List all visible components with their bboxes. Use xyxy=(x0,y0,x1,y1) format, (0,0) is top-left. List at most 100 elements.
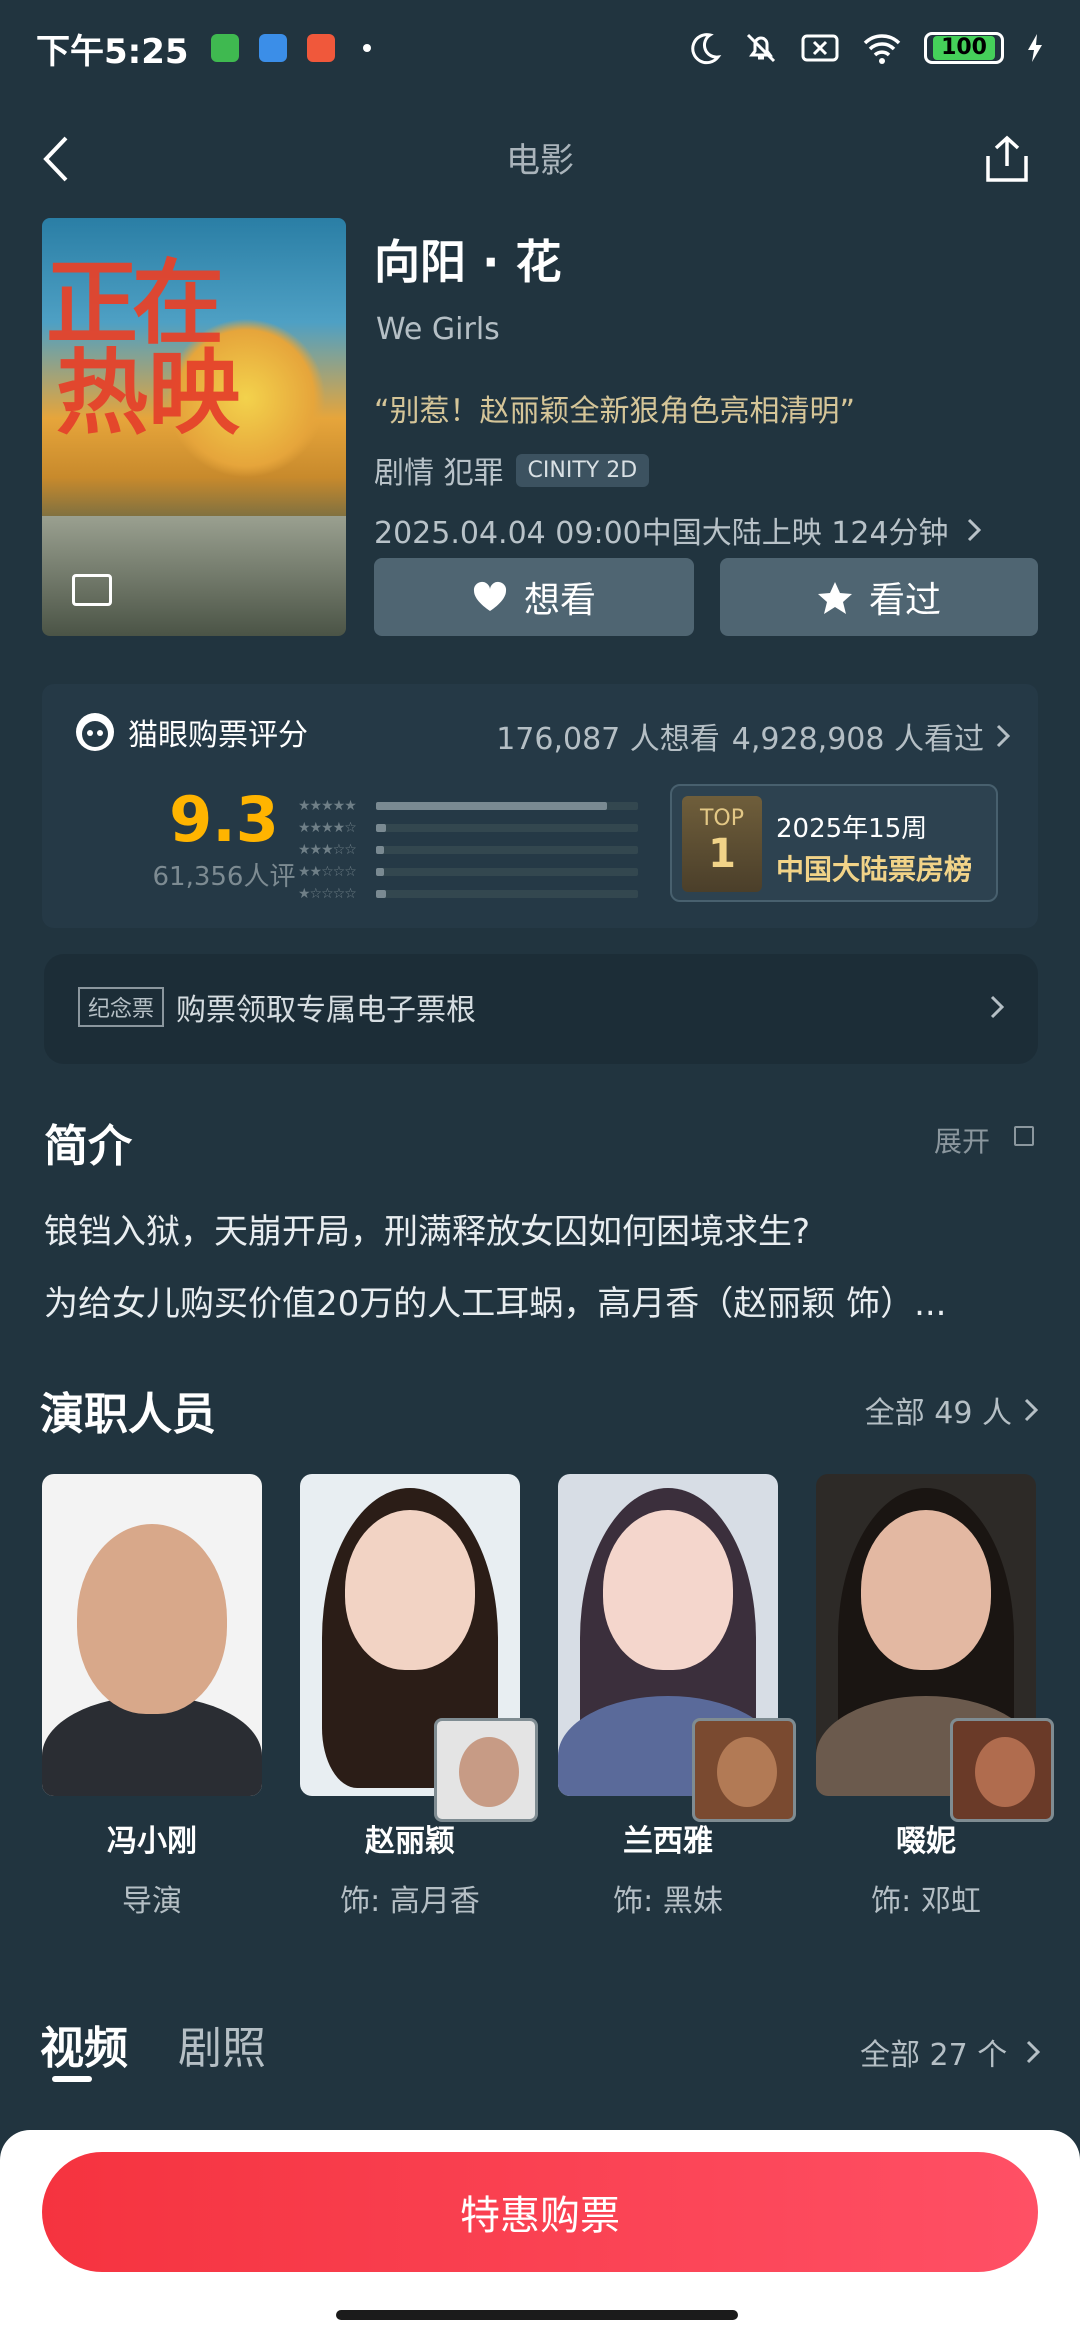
poster-text-1: 正在 xyxy=(46,250,224,357)
rating-score: 9.3 xyxy=(169,783,279,856)
cast-role: 饰: 高月香 xyxy=(340,1884,480,1919)
battery-icon: 100 xyxy=(924,32,1004,64)
score-box: 9.3 61,356人评 xyxy=(134,784,314,896)
shop-notification-icon xyxy=(306,34,335,62)
star-row: ★★★☆☆ xyxy=(298,840,638,860)
synopsis-line-1: 锒铛入狱，天崩开局，刑满释放女囚如何困境求生? xyxy=(44,1212,811,1252)
ticket-banner-text: 购票领取专属电子票根 xyxy=(176,993,477,1028)
mute-icon xyxy=(747,33,776,63)
want-count: 176,087 人想看 xyxy=(496,722,720,757)
star-row: ★☆☆☆☆ xyxy=(298,884,638,904)
status-time: 下午5:25 xyxy=(36,31,189,72)
chevron-right-icon xyxy=(996,724,1010,748)
cast-role: 饰: 黑妹 xyxy=(613,1884,723,1919)
movie-tagline: “别惹！赵丽颖全新狠角色亮相清明” xyxy=(374,394,856,429)
buy-ticket-button[interactable]: 特惠购票 xyxy=(42,2152,1038,2272)
souvenir-ticket-tag: 纪念票 xyxy=(78,987,165,1027)
status-bar: 下午5:25 100 xyxy=(0,0,1080,96)
cast-card[interactable]: 冯小刚 导演 xyxy=(42,1474,262,1920)
seen-label: 看过 xyxy=(868,580,941,621)
chevron-right-icon[interactable] xyxy=(1026,2040,1040,2064)
cast-card[interactable]: 啜妮 饰: 邓虹 xyxy=(816,1474,1054,1920)
more-notifications-icon xyxy=(362,44,371,52)
heart-icon xyxy=(473,581,507,611)
photo-face xyxy=(345,1510,475,1670)
watched-button[interactable]: 看过 xyxy=(720,558,1038,636)
cast-name: 赵丽颖 xyxy=(365,1824,455,1859)
character-thumbnail xyxy=(692,1718,796,1822)
poster-text-2: 热映 xyxy=(56,340,241,447)
ticket-banner-content: 纪念票 购票领取专属电子票根 xyxy=(78,984,1004,1030)
active-tab-indicator xyxy=(52,2076,92,2082)
star-row-stars: ★★★★★ xyxy=(298,798,357,814)
charging-icon xyxy=(1028,34,1042,62)
star-bar-track xyxy=(376,802,638,810)
wifi-icon xyxy=(863,34,901,64)
seen-count: 4,928,908 人看过 xyxy=(731,722,984,757)
cast-card[interactable]: 兰西雅 饰: 黑妹 xyxy=(558,1474,796,1920)
no-sim-icon xyxy=(801,34,839,62)
star-bar-track xyxy=(376,868,638,876)
want-to-watch-button[interactable]: 想看 xyxy=(374,558,694,636)
cast-role: 导演 xyxy=(122,1884,182,1919)
gallery-icon[interactable] xyxy=(72,574,112,606)
photo-face xyxy=(77,1524,227,1714)
chevron-right-icon xyxy=(967,518,981,542)
cast-photo xyxy=(42,1474,262,1796)
photo-face xyxy=(861,1510,991,1670)
cast-title: 演职人员 xyxy=(40,1389,216,1440)
cast-name: 啜妮 xyxy=(896,1824,956,1859)
rank-period: 2025年15周 xyxy=(776,814,928,844)
maoyan-cat-icon xyxy=(76,713,114,751)
star-row-stars: ★☆☆☆☆ xyxy=(298,886,357,902)
back-arrow-icon xyxy=(43,136,68,182)
star-bar xyxy=(376,890,387,898)
movie-poster[interactable]: 正在 热映 xyxy=(42,218,346,636)
cast-all-button[interactable]: 全部 49 人 xyxy=(865,1388,1038,1432)
format-badge: CINITY 2D xyxy=(515,453,650,487)
moon-icon xyxy=(691,33,722,65)
release-info: 2025.04.04 09:00中国大陆上映 124分钟 xyxy=(374,508,1038,552)
app-notification-icon xyxy=(210,34,239,62)
character-thumbnail xyxy=(434,1718,538,1822)
rating-label: 猫眼购票评分 xyxy=(128,718,308,753)
star-icon xyxy=(817,582,852,614)
star-row: ★★★★☆ xyxy=(298,818,638,838)
star-row: ★★★★★ xyxy=(298,796,638,816)
videos-all-button[interactable]: 全部 27 个 xyxy=(860,2030,1007,2074)
cast-role: 饰: 邓虹 xyxy=(871,1884,981,1919)
star-row: ★★☆☆☆ xyxy=(298,862,638,882)
expand-toggle-icon[interactable] xyxy=(1014,1126,1034,1146)
star-bar-track xyxy=(376,846,638,854)
rank-name: 中国大陆票房榜 xyxy=(776,853,973,886)
share-button[interactable] xyxy=(974,126,1040,192)
star-row-stars: ★★☆☆☆ xyxy=(298,864,357,880)
movie-genres: 剧情 犯罪 xyxy=(374,456,504,491)
want-label: 想看 xyxy=(523,580,596,621)
synopsis-title: 简介 xyxy=(44,1121,132,1172)
box-office-rank[interactable]: TOP 1 2025年15周 中国大陆票房榜 xyxy=(670,784,998,902)
cast-name: 冯小刚 xyxy=(107,1824,197,1859)
share-icon xyxy=(986,135,1028,182)
back-button[interactable] xyxy=(22,126,88,192)
rank-badge: TOP 1 xyxy=(682,796,762,892)
top-bar: 电影 xyxy=(0,98,1080,216)
star-row-stars: ★★★★☆ xyxy=(298,820,357,836)
chevron-right-icon xyxy=(1024,1398,1038,1422)
tab-videos[interactable]: 视频 xyxy=(40,2012,128,2076)
rating-stats[interactable]: 176,087 人想看 4,928,908 人看过 xyxy=(496,714,1010,758)
genre-row: 剧情 犯罪 CINITY 2D xyxy=(374,448,1038,492)
star-bar xyxy=(376,802,607,810)
buy-ticket-label: 特惠购票 xyxy=(460,2193,620,2239)
release-text: 2025.04.04 09:00中国大陆上映 124分钟 xyxy=(374,516,949,551)
tab-stills[interactable]: 剧照 xyxy=(178,2012,266,2076)
movie-info[interactable]: “别惹！赵丽颖全新狠角色亮相清明” 剧情 犯罪 CINITY 2D 2025.0… xyxy=(374,360,1038,552)
star-distribution: ★★★★★ ★★★★☆ ★★★☆☆ ★★☆☆☆ ★☆☆☆☆ xyxy=(298,796,638,906)
star-bar xyxy=(376,824,387,832)
souvenir-ticket-banner[interactable]: 纪念票 购票领取专属电子票根 xyxy=(44,954,1038,1064)
expand-button[interactable]: 展开 xyxy=(934,1120,990,1160)
star-bar xyxy=(376,846,384,854)
home-indicator[interactable] xyxy=(336,2310,738,2320)
cast-name: 兰西雅 xyxy=(623,1824,713,1859)
cast-card[interactable]: 赵丽颖 饰: 高月香 xyxy=(300,1474,538,1920)
